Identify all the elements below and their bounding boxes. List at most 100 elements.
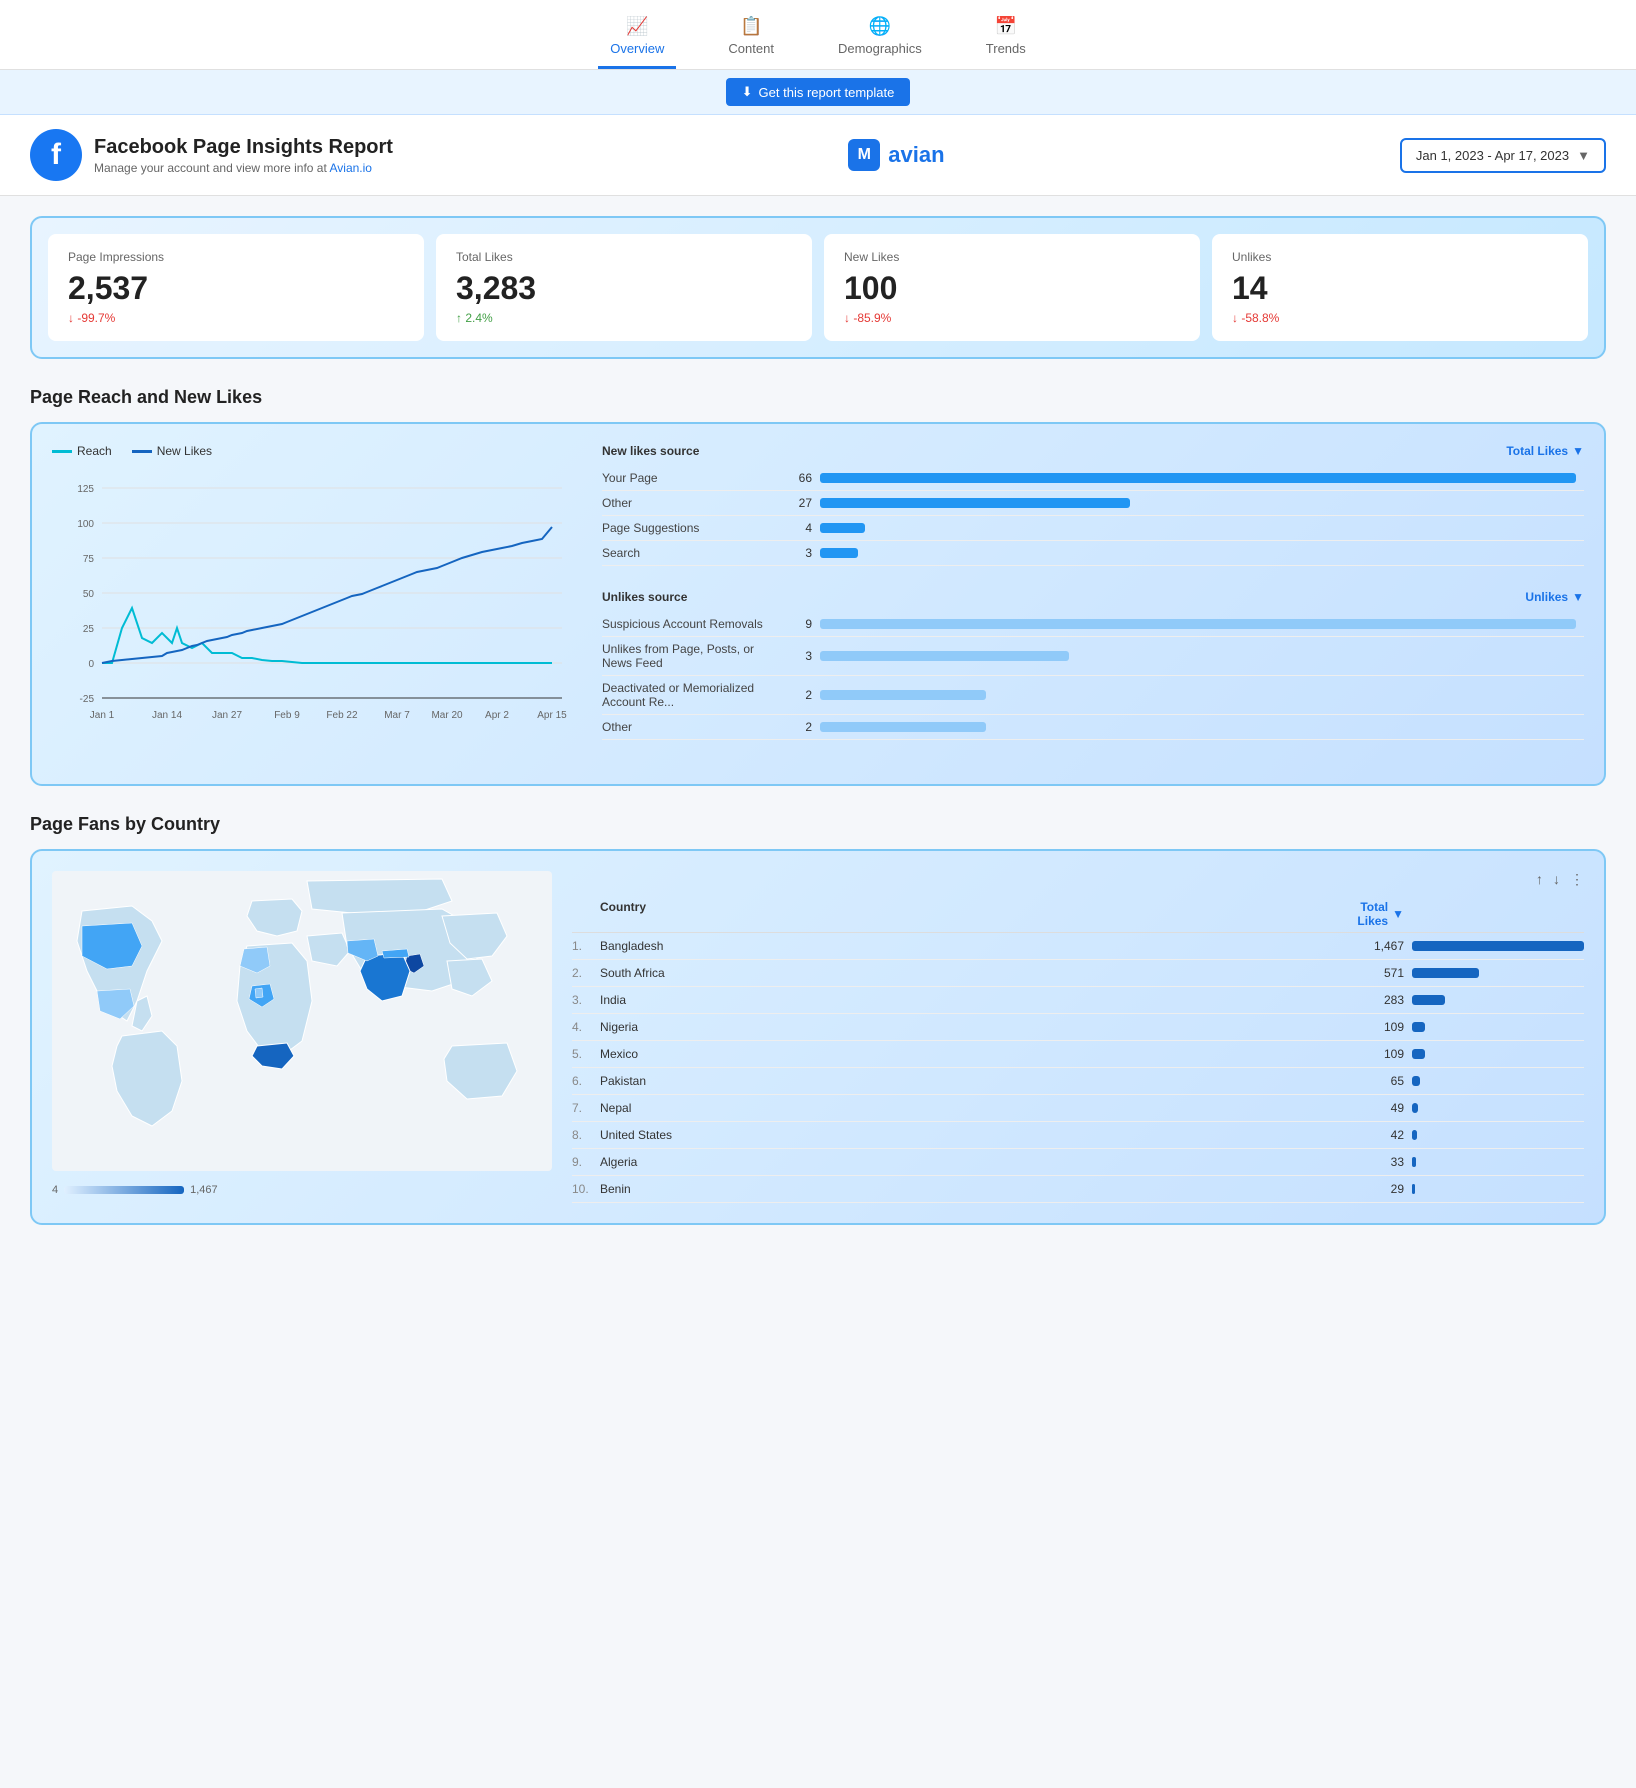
reach-section-title: Page Reach and New Likes (30, 387, 1606, 408)
bar-row-label: Other (602, 496, 782, 510)
page-header: f Facebook Page Insights Report Manage y… (0, 115, 1636, 196)
list-item: Unlikes from Page, Posts, or News Feed 3 (602, 637, 1584, 676)
facebook-icon: f (30, 129, 82, 181)
list-item: Page Suggestions 4 (602, 516, 1584, 541)
svg-text:Apr 2: Apr 2 (485, 710, 509, 721)
bar-tables: New likes source Total Likes ▼ Your Page… (602, 444, 1584, 764)
bar-row-value: 9 (782, 617, 812, 631)
nav-overview[interactable]: 📈 Overview (598, 10, 676, 69)
sort-up-icon[interactable]: ↑ (1536, 871, 1543, 888)
country-table: ↑ ↓ ⋮ Country Total Likes ▼ 1. Banglades… (572, 871, 1584, 1203)
country-bar-wrap (1404, 1103, 1584, 1113)
country-bar-wrap (1404, 1130, 1584, 1140)
country-rows: 1. Bangladesh 1,467 2. South Africa 571 … (572, 933, 1584, 1203)
country-bar (1412, 995, 1445, 1005)
country-bar (1412, 1157, 1416, 1167)
bar-fill (820, 690, 986, 700)
legend-new-likes: New Likes (132, 444, 212, 458)
bar-row-label: Other (602, 720, 782, 734)
country-name: Benin (600, 1182, 1344, 1196)
country-table-actions: ↑ ↓ ⋮ (572, 871, 1584, 888)
bar-fill (820, 619, 1576, 629)
table-row: 9. Algeria 33 (572, 1149, 1584, 1176)
bar-row-label: Your Page (602, 471, 782, 485)
rank: 1. (572, 939, 600, 953)
country-value: 109 (1344, 1020, 1404, 1034)
bar-row-value: 2 (782, 720, 812, 734)
kpi-change: ↓ -58.8% (1232, 311, 1568, 325)
bar-row-bar-wrap (812, 651, 1584, 661)
download-icon: ⬇ (742, 84, 753, 100)
country-name: Bangladesh (600, 939, 1344, 953)
get-report-template-button[interactable]: ⬇ Get this report template (726, 78, 911, 106)
country-value: 1,467 (1344, 939, 1404, 953)
kpi-label: Page Impressions (68, 250, 404, 264)
bar-fill (820, 498, 1130, 508)
kpi-value: 14 (1232, 270, 1568, 307)
country-bar (1412, 1076, 1420, 1086)
country-name: United States (600, 1128, 1344, 1142)
country-name: India (600, 993, 1344, 1007)
table-row: 3. India 283 (572, 987, 1584, 1014)
country-bar-wrap (1404, 1049, 1584, 1059)
total-likes-sort[interactable]: Total Likes ▼ (1506, 444, 1584, 458)
country-bar-wrap (1404, 995, 1584, 1005)
kpi-value: 3,283 (456, 270, 792, 307)
svg-text:Feb 9: Feb 9 (274, 710, 300, 721)
fans-section: 4 1,467 ↑ ↓ ⋮ Country Total Likes ▼ (30, 849, 1606, 1225)
new-likes-legend-line (132, 450, 152, 453)
bar-row-value: 2 (782, 688, 812, 702)
date-range-selector[interactable]: Jan 1, 2023 - Apr 17, 2023 ▼ (1400, 138, 1606, 173)
country-name: Algeria (600, 1155, 1344, 1169)
kpi-value: 100 (844, 270, 1180, 307)
sort-down-icon[interactable]: ↓ (1553, 871, 1560, 888)
avian-link[interactable]: Avian.io (329, 161, 371, 175)
svg-text:125: 125 (77, 484, 94, 495)
nav-demographics[interactable]: 🌐 Demographics (826, 10, 934, 69)
bar-row-value: 3 (782, 546, 812, 560)
rank: 10. (572, 1182, 600, 1196)
country-col-headers: Country Total Likes ▼ (572, 896, 1584, 933)
table-row: 6. Pakistan 65 (572, 1068, 1584, 1095)
unlikes-sort[interactable]: Unlikes ▼ (1525, 590, 1584, 604)
fans-inner: 4 1,467 ↑ ↓ ⋮ Country Total Likes ▼ (52, 871, 1584, 1203)
bar-row-bar-wrap (812, 690, 1584, 700)
country-bar-wrap (1404, 1076, 1584, 1086)
more-options-icon[interactable]: ⋮ (1570, 871, 1584, 888)
table-row: 5. Mexico 109 (572, 1041, 1584, 1068)
svg-text:75: 75 (83, 554, 95, 565)
chart-canvas: 125 100 75 50 25 0 -25 Jan 1 Jan 14 Jan … (52, 468, 572, 748)
bar-row-label: Search (602, 546, 782, 560)
bar-fill (820, 523, 865, 533)
table-row: 4. Nigeria 109 (572, 1014, 1584, 1041)
total-likes-col-header[interactable]: Total Likes ▼ (1344, 900, 1404, 928)
country-value: 65 (1344, 1074, 1404, 1088)
country-bar (1412, 1184, 1415, 1194)
table-row: 1. Bangladesh 1,467 (572, 933, 1584, 960)
table-row: 7. Nepal 49 (572, 1095, 1584, 1122)
overview-icon: 📈 (626, 16, 648, 37)
fans-section-title: Page Fans by Country (30, 814, 1606, 835)
demographics-icon: 🌐 (869, 16, 891, 37)
kpi-cards-row: Page Impressions 2,537 ↓ -99.7% Total Li… (30, 216, 1606, 359)
svg-text:Mar 7: Mar 7 (384, 710, 410, 721)
country-value: 42 (1344, 1128, 1404, 1142)
svg-text:Jan 14: Jan 14 (152, 710, 182, 721)
bar-row-bar-wrap (812, 548, 1584, 558)
country-bar (1412, 1022, 1425, 1032)
header-left: f Facebook Page Insights Report Manage y… (30, 129, 393, 181)
new-likes-rows: Your Page 66 Other 27 Page Suggestions 4… (602, 466, 1584, 566)
kpi-value: 2,537 (68, 270, 404, 307)
table-row: 2. South Africa 571 (572, 960, 1584, 987)
nav-trends[interactable]: 📅 Trends (974, 10, 1038, 69)
bar-row-label: Suspicious Account Removals (602, 617, 782, 631)
kpi-change: ↑ 2.4% (456, 311, 792, 325)
chart-inner: Reach New Likes (52, 444, 1584, 764)
report-banner: ⬇ Get this report template (0, 70, 1636, 115)
country-value: 109 (1344, 1047, 1404, 1061)
world-map-svg (52, 871, 552, 1171)
table-row: 8. United States 42 (572, 1122, 1584, 1149)
kpi-card-2: New Likes 100 ↓ -85.9% (824, 234, 1200, 341)
reach-legend-line (52, 450, 72, 453)
nav-content[interactable]: 📋 Content (716, 10, 786, 69)
